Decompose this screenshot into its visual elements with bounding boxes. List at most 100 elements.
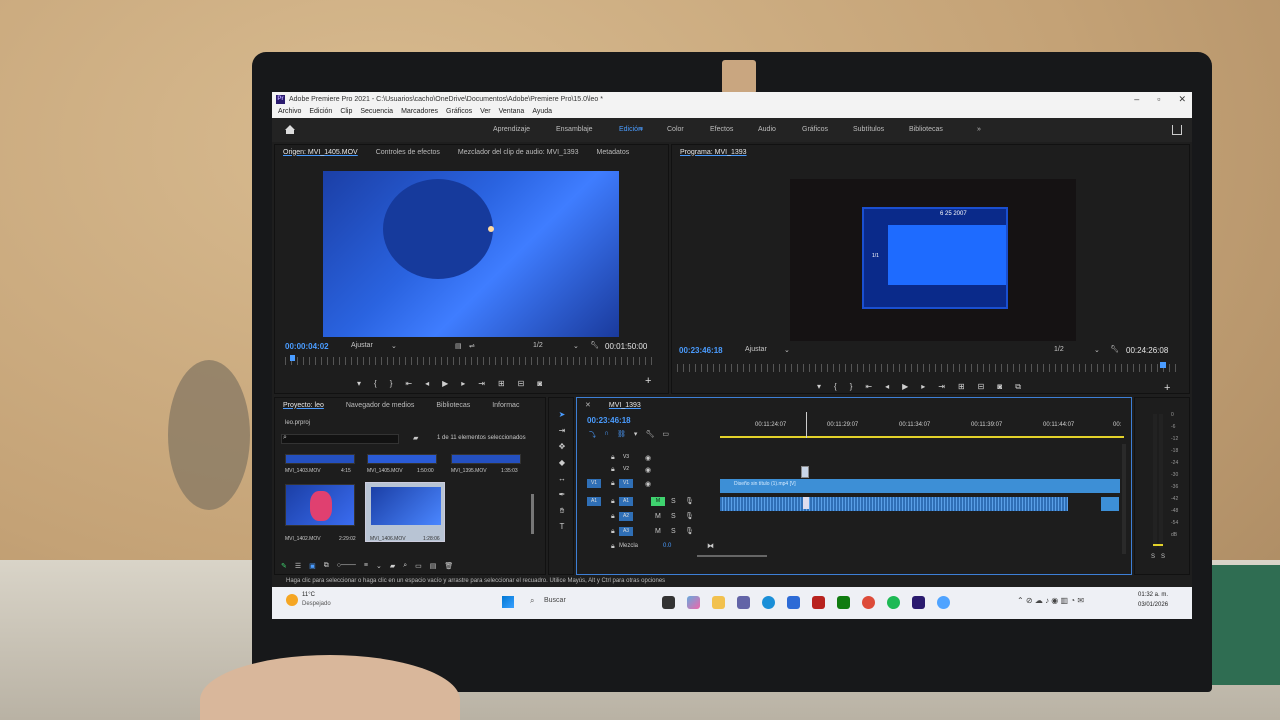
- lock-icon[interactable]: 🔒︎: [611, 528, 615, 536]
- captions-icon[interactable]: ▭: [662, 430, 669, 440]
- program-playhead[interactable]: [1160, 362, 1166, 368]
- icon-view-icon[interactable]: ▣: [309, 562, 316, 570]
- project-search-input[interactable]: [281, 434, 399, 444]
- lock-icon[interactable]: 🔒︎: [611, 498, 615, 506]
- tab-source[interactable]: Origen: MVI_1405.MOV: [283, 149, 358, 156]
- chevron-down-icon[interactable]: ⌄: [573, 342, 579, 350]
- type-tool-icon[interactable]: T: [557, 522, 567, 532]
- mute-button[interactable]: M: [655, 528, 661, 535]
- add-marker-icon[interactable]: ▾: [634, 430, 638, 440]
- source-fit-select[interactable]: Ajustar: [351, 342, 373, 349]
- lock-icon[interactable]: 🔒︎: [611, 454, 615, 462]
- track-a3[interactable]: A3: [619, 527, 633, 536]
- new-folder-icon[interactable]: ▭: [415, 562, 422, 570]
- project-scrollbar[interactable]: [531, 494, 534, 534]
- solo-right-button[interactable]: S: [1161, 554, 1165, 560]
- mute-button[interactable]: M: [655, 513, 661, 520]
- menu-clip[interactable]: Clip: [340, 106, 352, 118]
- spotify-icon[interactable]: [887, 596, 900, 609]
- edge-icon[interactable]: [762, 596, 775, 609]
- mix-end-icon[interactable]: ⧓: [707, 542, 714, 550]
- camera-icon[interactable]: ◙: [537, 379, 542, 388]
- solo-left-button[interactable]: S: [1151, 554, 1155, 560]
- more-workspaces-icon[interactable]: »: [977, 126, 981, 133]
- weather-text[interactable]: Despejado: [302, 601, 331, 607]
- timeline-timecode[interactable]: 00:23:46:18: [587, 416, 631, 425]
- program-timecode[interactable]: 00:23:46:18: [679, 346, 723, 355]
- go-to-in-icon[interactable]: ⇤: [865, 382, 872, 392]
- home-icon[interactable]: [284, 124, 296, 135]
- lock-icon[interactable]: 🔒︎: [611, 513, 615, 521]
- app-red-icon[interactable]: [812, 596, 825, 609]
- new-item-icon[interactable]: ▤: [430, 562, 437, 570]
- eye-icon[interactable]: ◉: [645, 466, 651, 474]
- track-select-icon[interactable]: ⇥: [557, 426, 567, 436]
- mic-icon[interactable]: 🎙︎: [685, 497, 694, 505]
- bin-icon[interactable]: ▰: [390, 562, 395, 570]
- track-a2[interactable]: A2: [619, 512, 633, 521]
- lock-icon[interactable]: 🔒︎: [611, 480, 615, 488]
- hand-icon[interactable]: ✋︎: [557, 506, 567, 516]
- v2-clip[interactable]: [801, 466, 809, 478]
- eye-icon[interactable]: ◉: [645, 480, 651, 488]
- app-blue-icon[interactable]: [937, 596, 950, 609]
- tab-libraries[interactable]: Bibliotecas: [436, 402, 470, 409]
- insert-clip-icon[interactable]: ⊞: [498, 379, 505, 388]
- close-icon[interactable]: ✕: [1178, 92, 1186, 106]
- source-playhead[interactable]: [290, 355, 295, 361]
- track-v1-source[interactable]: V1: [587, 479, 601, 488]
- menu-graficos[interactable]: Gráficos: [446, 106, 472, 118]
- work-area-bar[interactable]: [720, 436, 1124, 438]
- search-icon[interactable]: ⌕: [530, 596, 534, 606]
- razor-icon[interactable]: ◆: [557, 458, 567, 468]
- track-a1[interactable]: A1: [619, 497, 633, 506]
- overwrite-icon[interactable]: ⊟: [518, 379, 525, 388]
- program-ruler[interactable]: [677, 364, 1177, 372]
- selection-tool-icon[interactable]: ➤: [557, 410, 567, 420]
- source-timecode[interactable]: 00:00:04:02: [285, 342, 329, 351]
- go-to-in-icon[interactable]: ⇤: [405, 379, 412, 388]
- workspace-color[interactable]: Color: [667, 126, 684, 133]
- tab-info[interactable]: Informac: [492, 402, 519, 409]
- pencil-icon[interactable]: ✎: [281, 562, 287, 570]
- source-ruler[interactable]: [285, 357, 655, 365]
- pen-icon[interactable]: ✒: [557, 490, 567, 500]
- mic-icon[interactable]: 🎙︎: [685, 512, 694, 520]
- program-resolution-select[interactable]: 1/2: [1054, 346, 1064, 353]
- windows-start-icon[interactable]: [502, 596, 514, 608]
- chevron-down-icon[interactable]: ⌄: [391, 342, 397, 350]
- linked-selection-icon[interactable]: ⛓︎: [617, 430, 626, 440]
- workspace-bibliotecas[interactable]: Bibliotecas: [909, 126, 943, 133]
- thumb-mvi-1395[interactable]: [451, 454, 521, 464]
- track-v3[interactable]: V3: [619, 453, 633, 462]
- workspace-audio[interactable]: Audio: [758, 126, 776, 133]
- track-a1-source[interactable]: A1: [587, 497, 601, 506]
- workspace-efectos[interactable]: Efectos: [710, 126, 733, 133]
- v1-clip[interactable]: Diseño sin título (1).mp4 [V]: [720, 479, 1120, 493]
- tab-media-browser[interactable]: Navegador de medios: [346, 402, 415, 409]
- task-view-icon[interactable]: [662, 596, 675, 609]
- a1-transition[interactable]: [803, 497, 809, 509]
- wrench-icon[interactable]: 🔧︎: [590, 341, 599, 349]
- step-back-icon[interactable]: ◂: [425, 379, 429, 388]
- mark-in-icon[interactable]: {: [374, 379, 377, 388]
- zoom-slider[interactable]: ○───: [337, 562, 356, 570]
- mark-out-icon[interactable]: }: [390, 379, 393, 388]
- solo-button[interactable]: S: [671, 528, 676, 535]
- wrench-icon[interactable]: 🔧︎: [1110, 345, 1119, 353]
- mix-value[interactable]: 0.0: [663, 543, 671, 549]
- find-icon[interactable]: ⌕: [403, 562, 407, 570]
- add-button-icon[interactable]: +: [1164, 382, 1170, 394]
- xbox-icon[interactable]: [837, 596, 850, 609]
- tray-icons[interactable]: ⌃ ⊘ ☁ ♪ ◉ ▥ ◔ ✉: [1017, 596, 1084, 605]
- weather-temp[interactable]: 11°C: [302, 592, 315, 598]
- menu-ayuda[interactable]: Ayuda: [532, 106, 552, 118]
- track-v1[interactable]: V1: [619, 479, 633, 488]
- marker-icon[interactable]: ▾: [357, 379, 361, 388]
- go-to-out-icon[interactable]: ⇥: [478, 379, 485, 388]
- step-forward-icon[interactable]: ▸: [461, 379, 465, 388]
- mark-out-icon[interactable]: }: [850, 382, 853, 392]
- go-to-out-icon[interactable]: ⇥: [938, 382, 945, 392]
- chevron-down-icon[interactable]: ⌄: [784, 346, 790, 354]
- workspace-graficos[interactable]: Gráficos: [802, 126, 828, 133]
